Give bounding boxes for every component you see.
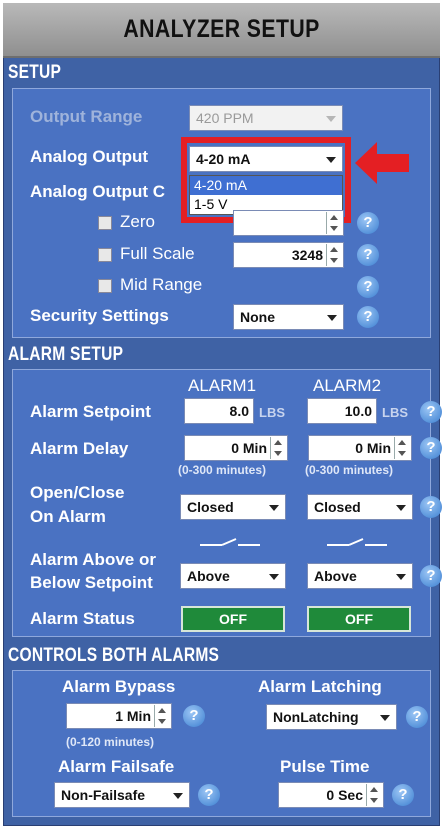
alarm2-above-below-select[interactable]: Above	[307, 563, 413, 589]
zero-label: Zero	[120, 212, 155, 231]
alarm-setpoint-label: Alarm Setpoint	[30, 402, 151, 421]
open-close-help-icon[interactable]: ?	[420, 496, 442, 518]
alarm-failsafe-label: Alarm Failsafe	[58, 757, 175, 776]
pulse-time-label: Pulse Time	[280, 757, 370, 776]
alarm-latching-label: Alarm Latching	[258, 677, 382, 696]
alarm1-relay-icon	[200, 538, 260, 546]
output-range-select[interactable]: 420 PPM	[189, 105, 343, 131]
alarm-bypass-hint: (0-120 minutes)	[66, 735, 155, 749]
above-below-help-icon[interactable]: ?	[420, 565, 442, 587]
security-settings-label: Security Settings	[30, 306, 169, 325]
red-arrow-icon	[355, 142, 409, 184]
above-below-label-line1: Alarm Above or	[30, 550, 156, 569]
analog-output-label: Analog Output	[30, 147, 149, 166]
zero-input[interactable]	[233, 210, 344, 236]
alarm1-setpoint-input[interactable]: 8.0	[184, 398, 254, 424]
zero-help-icon[interactable]: ?	[357, 212, 379, 234]
setup-header: SETUP	[8, 62, 62, 83]
above-below-label-line2: Below Setpoint	[30, 573, 153, 592]
alarm1-above-below-select[interactable]: Above	[180, 563, 286, 589]
pulse-help-icon[interactable]: ?	[392, 784, 414, 806]
full-scale-input[interactable]: 3248	[233, 242, 344, 268]
alarm2-setpoint-input[interactable]: 10.0	[307, 398, 377, 424]
alarm2-status-indicator: OFF	[307, 606, 411, 632]
full-scale-help-icon[interactable]: ?	[357, 244, 379, 266]
pulse-time-input[interactable]: 0 Sec	[278, 782, 384, 808]
full-scale-checkbox[interactable]	[98, 248, 112, 262]
window-title: ANALYZER SETUP	[123, 15, 320, 43]
full-scale-label: Full Scale	[120, 244, 195, 263]
alarm1-setpoint-unit: LBS	[259, 405, 285, 420]
alarm-bypass-input[interactable]: 1 Min	[66, 703, 172, 729]
alarm1-status-indicator: OFF	[181, 606, 285, 632]
bypass-help-icon[interactable]: ?	[183, 705, 205, 727]
alarm2-setpoint-unit: LBS	[382, 405, 408, 420]
mid-range-checkbox[interactable]	[98, 279, 112, 293]
alarm1-column-label: ALARM1	[188, 376, 257, 395]
alarm-setup-header: ALARM SETUP	[8, 344, 124, 365]
alarm2-relay-icon	[327, 538, 387, 546]
analog-output-cal-label: Analog Output C	[30, 182, 166, 201]
setpoint-help-icon[interactable]: ?	[420, 401, 442, 423]
security-help-icon[interactable]: ?	[357, 306, 379, 328]
alarm-status-label: Alarm Status	[30, 609, 135, 628]
alarm2-open-close-select[interactable]: Closed	[307, 494, 413, 520]
mid-range-help-icon[interactable]: ?	[357, 276, 379, 298]
alarm-latching-select[interactable]: NonLatching	[266, 704, 397, 730]
failsafe-help-icon[interactable]: ?	[198, 784, 220, 806]
alarm1-delay-input[interactable]: 0 Min	[184, 435, 288, 461]
alarm1-delay-hint: (0-300 minutes)	[178, 463, 267, 477]
security-settings-select[interactable]: None	[233, 304, 344, 330]
alarm2-column-label: ALARM2	[313, 376, 382, 395]
alarm-bypass-label: Alarm Bypass	[62, 677, 176, 696]
latching-help-icon[interactable]: ?	[406, 706, 428, 728]
alarm2-delay-hint: (0-300 minutes)	[305, 463, 394, 477]
controls-header: CONTROLS BOTH ALARMS	[8, 645, 220, 666]
zero-checkbox[interactable]	[98, 216, 112, 230]
alarm-delay-label: Alarm Delay	[30, 439, 129, 458]
alarm-failsafe-select[interactable]: Non-Failsafe	[54, 782, 190, 808]
output-range-label: Output Range	[30, 107, 143, 126]
alarm2-delay-input[interactable]: 0 Min	[308, 435, 412, 461]
open-close-label-line1: Open/Close	[30, 483, 125, 502]
title-bar: ANALYZER SETUP	[3, 3, 440, 58]
open-close-label-line2: On Alarm	[30, 507, 106, 526]
mid-range-label: Mid Range	[120, 275, 203, 294]
alarm1-open-close-select[interactable]: Closed	[180, 494, 286, 520]
delay-help-icon[interactable]: ?	[420, 437, 442, 459]
